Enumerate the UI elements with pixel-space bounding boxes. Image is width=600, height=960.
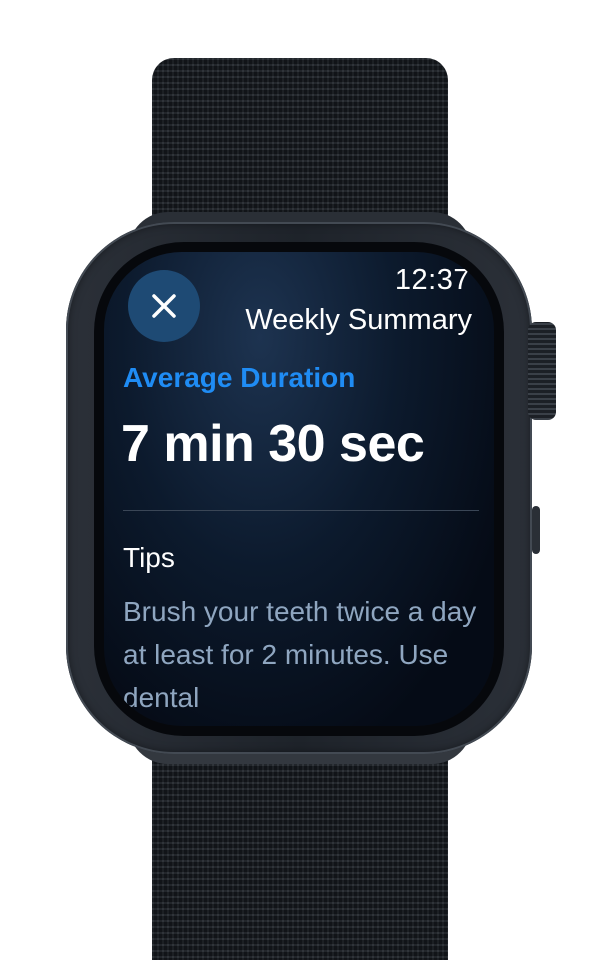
average-duration-label: Average Duration: [123, 362, 356, 393]
close-button[interactable]: [128, 270, 200, 342]
divider: [123, 510, 479, 511]
watch-band-bottom: [152, 740, 448, 960]
tips-text: Brush your teeth twice a day at least fo…: [123, 596, 477, 713]
page-title: Weekly Summary: [245, 304, 472, 336]
status-time: 12:37: [394, 264, 470, 296]
watch-device: 12:37 Weekly Summary Average Duration 7 …: [0, 0, 600, 960]
tips-heading: Tips: [123, 542, 175, 573]
side-button[interactable]: [532, 506, 540, 554]
digital-crown[interactable]: [528, 322, 556, 420]
close-icon: [152, 294, 176, 318]
average-duration-value: 7 min 30 sec: [121, 415, 425, 473]
watch-screen: 12:37 Weekly Summary Average Duration 7 …: [104, 252, 494, 726]
